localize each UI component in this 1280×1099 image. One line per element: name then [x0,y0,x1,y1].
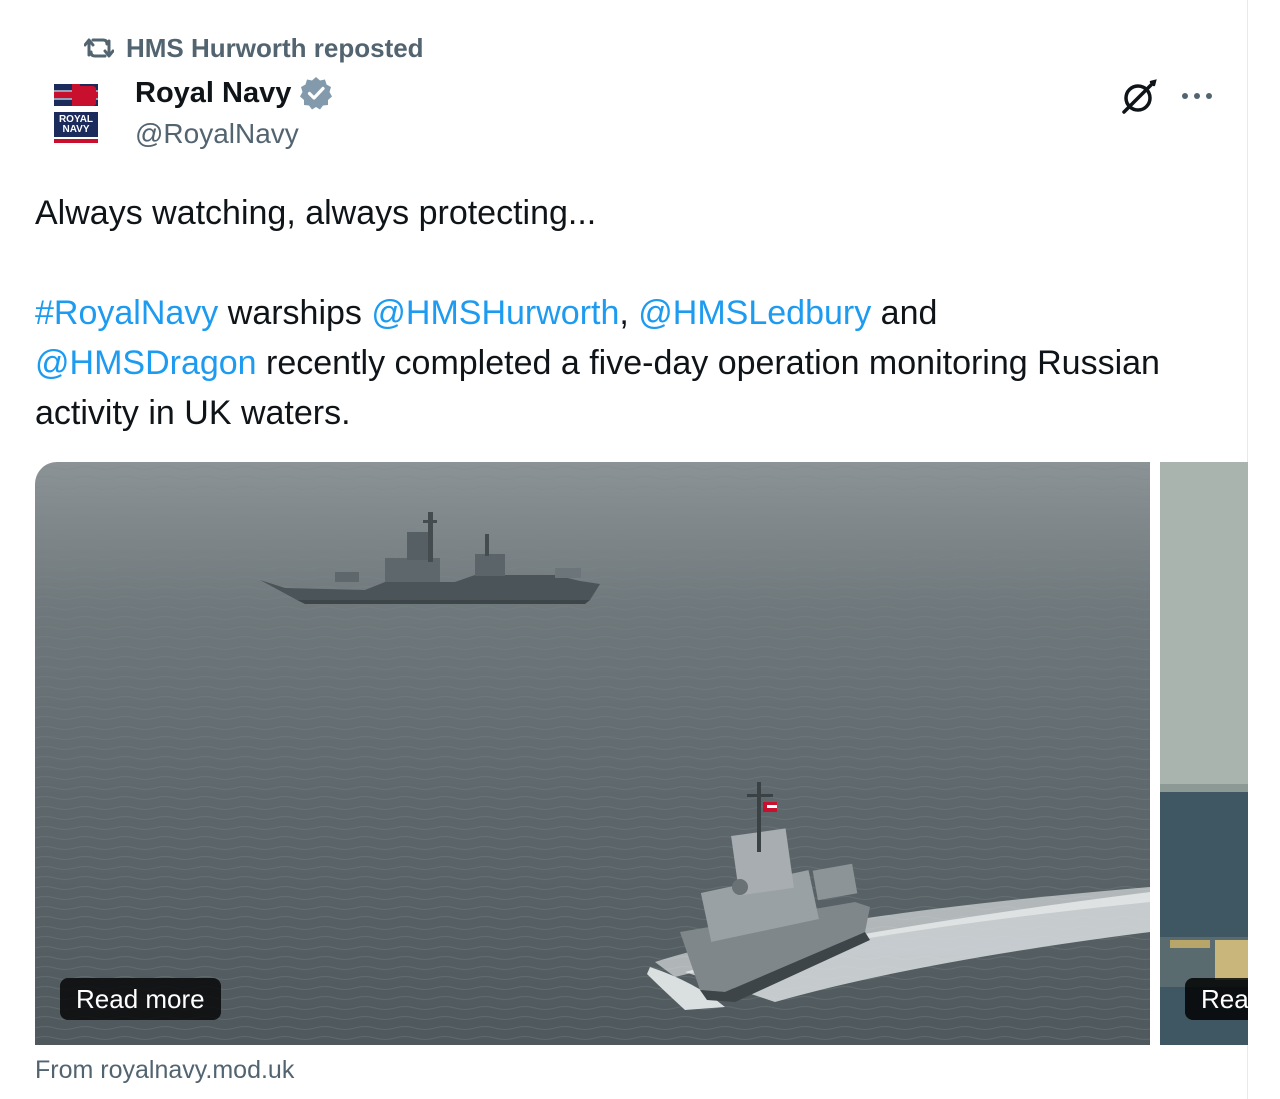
post-line-1: Always watching, always protecting... [35,194,597,232]
mention-hmshurworth[interactable]: @HMSHurworth [371,294,619,332]
hashtag-royalnavy[interactable]: #RoyalNavy [35,294,218,332]
author-display-name[interactable]: Royal Navy [135,76,333,110]
post-text-fragment: , [619,294,639,332]
verified-badge-icon[interactable] [299,76,333,110]
repost-text: HMS Hurworth reposted [126,32,424,63]
post-text-fragment: and [871,294,938,332]
mention-hmsledbury[interactable]: @HMSLedbury [638,294,871,332]
post-text-fragment: warships [218,294,372,332]
media-card-image-next[interactable] [1160,462,1248,1045]
more-options-icon[interactable] [1178,80,1218,112]
author-name: Royal Navy [135,76,292,109]
repost-post: HMS Hurworth reposted ROYAL NAVY Royal Na… [0,0,1280,1099]
mention-hmsdragon[interactable]: @HMSDragon [35,344,257,382]
post-paragraph-2: #RoyalNavy warships @HMSHurworth, @HMSLe… [35,288,1215,438]
grok-icon[interactable] [1120,78,1158,116]
avatar-logo-text: ROYAL NAVY [54,112,98,137]
avatar-stripe [54,139,98,143]
avatar-crest [76,86,96,106]
author-handle[interactable]: @RoyalNavy [135,118,299,150]
repost-indicator[interactable]: HMS Hurworth reposted [84,30,424,66]
read-more-button-next[interactable]: Read more [1185,978,1248,1020]
read-more-button[interactable]: Read more [60,978,221,1020]
link-source[interactable]: From royalnavy.mod.uk [35,1056,294,1085]
repost-icon [84,35,114,61]
avatar[interactable]: ROYAL NAVY [50,84,102,148]
post-text: Always watching, always protecting... #R… [35,188,1215,438]
media-card-image[interactable] [35,462,1150,1045]
